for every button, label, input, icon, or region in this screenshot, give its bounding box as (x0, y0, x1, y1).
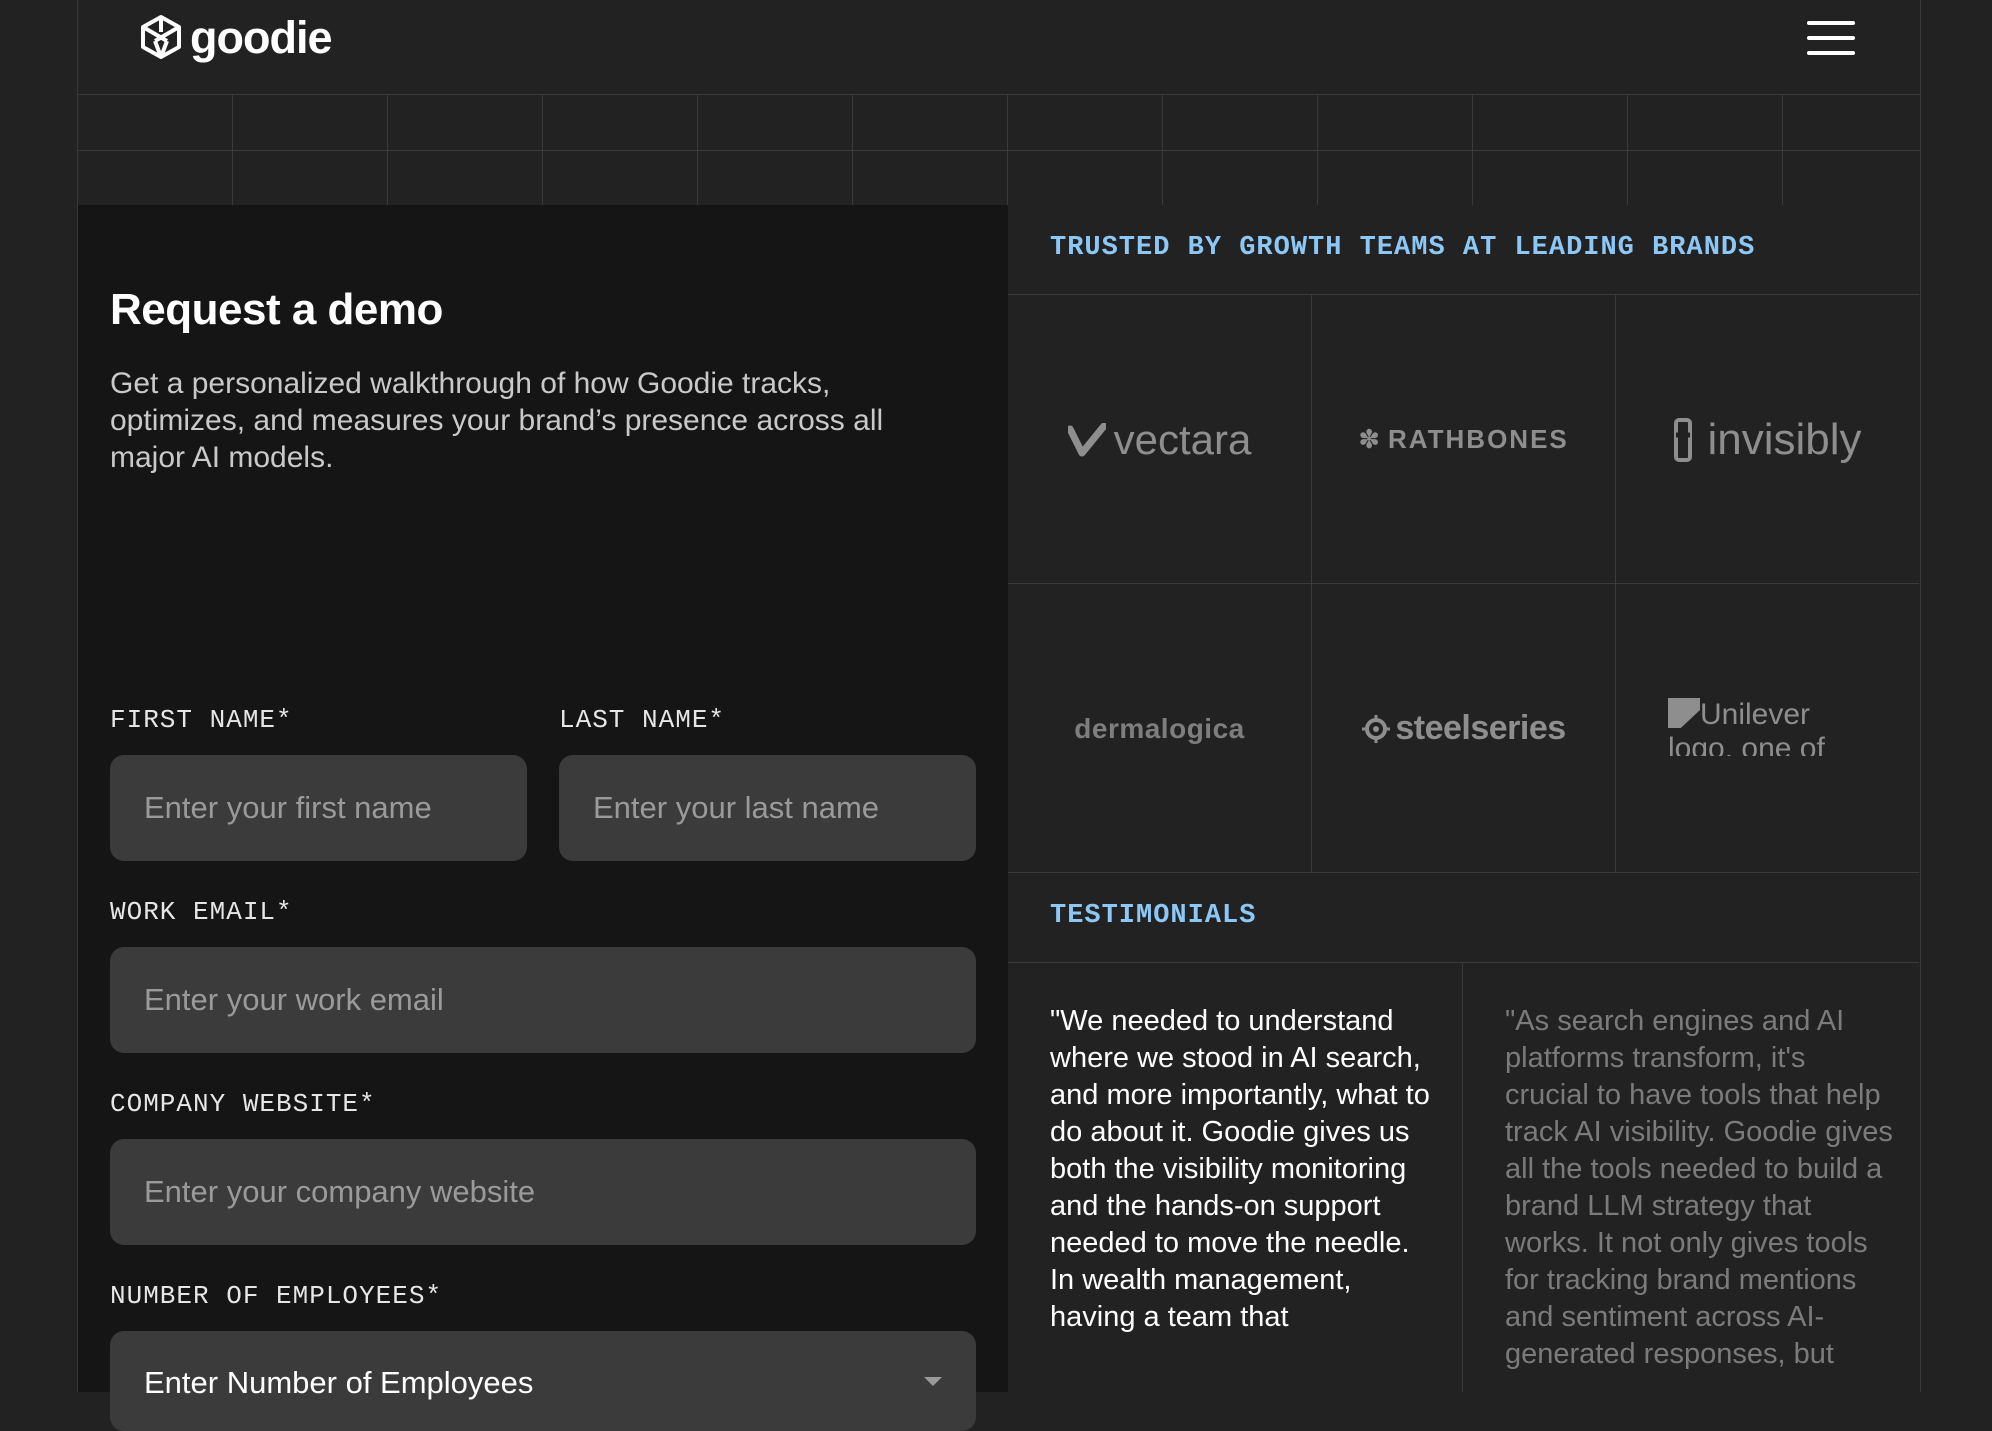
logo-text: goodie (190, 11, 332, 63)
first-name-input[interactable] (110, 755, 527, 861)
brand-logo-unilever: Unilever logo, one of (1616, 584, 1919, 873)
form-subtitle: Get a personalized walkthrough of how Go… (110, 367, 884, 474)
testimonial-quote-next[interactable]: "As search engines and AI platforms tran… (1505, 1003, 1895, 1373)
last-name-input[interactable] (559, 755, 976, 861)
testimonials-heading-bar: TESTIMONIALS (1008, 873, 1919, 963)
chevron-down-icon (924, 1377, 942, 1386)
employees-select-value: Enter Number of Employees (144, 1365, 534, 1400)
work-email-input[interactable] (110, 947, 976, 1053)
employees-label: NUMBER OF EMPLOYEES* (110, 1281, 443, 1311)
first-name-label: FIRST NAME* (110, 705, 293, 735)
brand-logo-dermalogica: dermalogica (1008, 584, 1311, 873)
invisibly-icon (1674, 417, 1693, 462)
brand-logo-vectara: vectara (1008, 295, 1311, 584)
last-name-label: LAST NAME* (559, 705, 726, 735)
brand-name: steelseries (1395, 709, 1566, 747)
goodie-logo[interactable]: goodie (140, 11, 332, 63)
testimonials-carousel: "We needed to understand where we stood … (1008, 963, 1919, 1392)
hamburger-menu-icon[interactable] (1807, 19, 1857, 57)
steelseries-icon (1362, 714, 1391, 743)
brand-logo-steelseries: steelseries (1312, 584, 1615, 873)
brand-logo-invisibly: invisibly (1616, 295, 1919, 584)
brand-name: vectara (1113, 415, 1252, 463)
trusted-heading-bar: TRUSTED BY GROWTH TEAMS AT LEADING BRAND… (1008, 205, 1919, 295)
social-proof-panel: TRUSTED BY GROWTH TEAMS AT LEADING BRAND… (1008, 205, 1919, 1392)
brand-logo-grid: vectara ✽ RATHBONES invisibly dermalogic… (1008, 295, 1919, 873)
testimonials-heading: TESTIMONIALS (1050, 901, 1257, 931)
company-website-label: COMPANY WEBSITE* (110, 1089, 376, 1119)
brand-name: dermalogica (1074, 712, 1245, 744)
goodie-logo-icon (141, 15, 181, 59)
decorative-grid (78, 95, 1921, 205)
work-email-label: WORK EMAIL* (110, 897, 293, 927)
site-header: goodie (77, 0, 1921, 95)
company-website-input[interactable] (110, 1139, 976, 1245)
employees-select[interactable]: Enter Number of Employees (110, 1331, 976, 1431)
brand-name: invisibly (1707, 414, 1862, 464)
broken-image-icon (1668, 698, 1700, 728)
testimonial-quote-active: "We needed to understand where we stood … (1050, 1005, 1430, 1333)
brand-name: RATHBONES (1388, 424, 1569, 454)
vectara-icon (1067, 422, 1106, 456)
demo-request-form: Request a demo Get a personalized walkth… (78, 205, 1008, 1431)
trusted-heading: TRUSTED BY GROWTH TEAMS AT LEADING BRAND… (1050, 233, 1756, 263)
form-title: Request a demo (110, 285, 443, 334)
rathbones-icon: ✽ (1358, 424, 1383, 454)
brand-logo-rathbones: ✽ RATHBONES (1312, 295, 1615, 584)
